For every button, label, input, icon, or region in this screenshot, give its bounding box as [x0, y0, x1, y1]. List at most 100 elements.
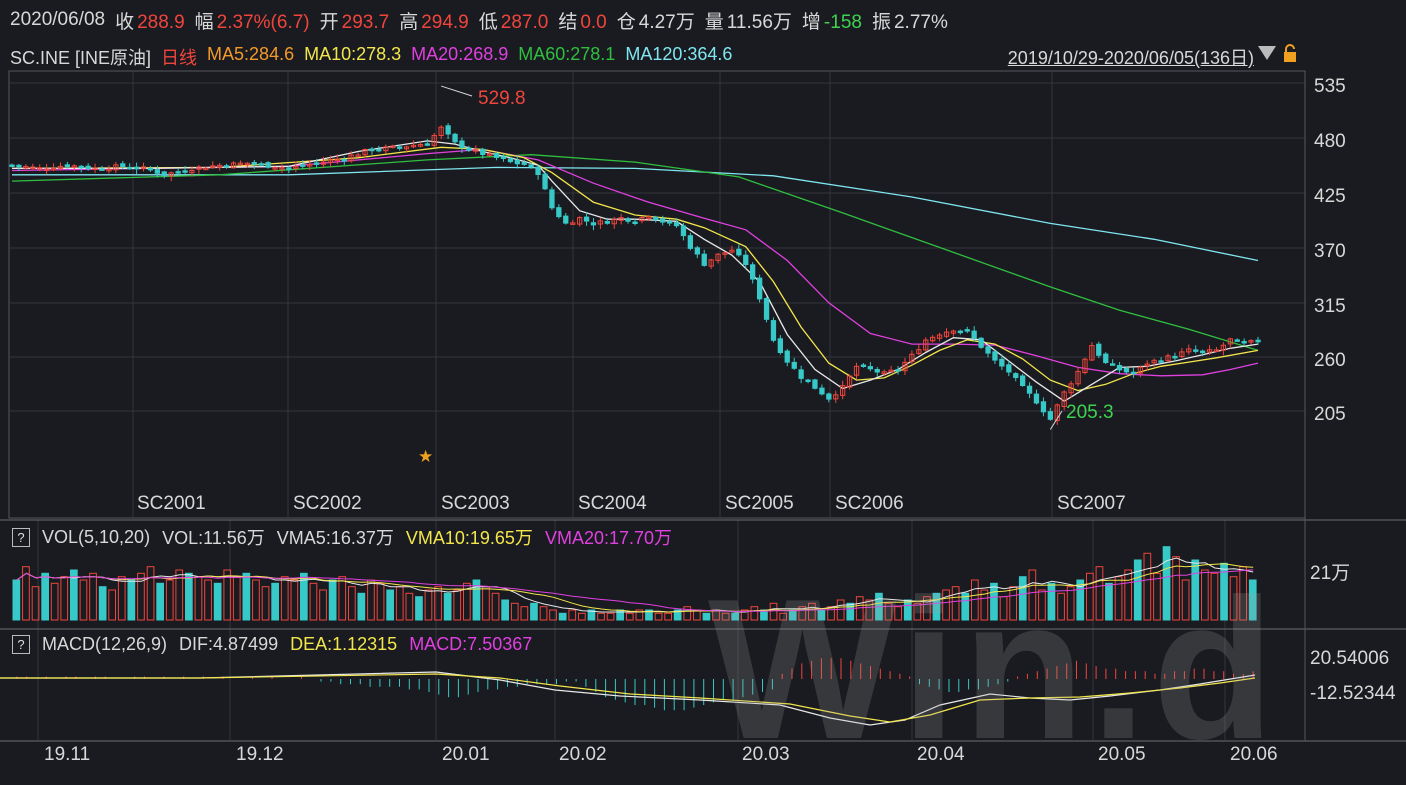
volume-bar [836, 599, 845, 621]
candle-body [867, 366, 874, 370]
candle-body [424, 143, 431, 146]
candle-body [583, 216, 590, 222]
contract-label: SC2005 [725, 493, 794, 514]
help-icon[interactable]: ? [12, 527, 30, 547]
macd-axis-tick: -12.52344 [1310, 683, 1396, 704]
price-tick: 370 [1314, 241, 1346, 262]
candle-body [1040, 401, 1047, 413]
volume-bar [117, 576, 126, 621]
volume-bar [990, 582, 998, 621]
volume-bar [779, 612, 787, 621]
volume-bar [280, 576, 289, 621]
date-tick: 20.05 [1098, 744, 1146, 765]
contract-label: SC2002 [293, 493, 362, 514]
volume-bar [12, 579, 21, 621]
candle-body [743, 254, 749, 265]
candle-body [971, 330, 977, 339]
candle-body [667, 221, 673, 224]
volume-bar [865, 599, 874, 621]
high-annotation: 529.8 [478, 88, 526, 109]
candle-body [542, 173, 548, 190]
candle-body [313, 162, 320, 165]
volume-bar [894, 606, 902, 621]
candle-body [805, 379, 811, 382]
macd-indicator-label[interactable]: MACD(12,26,9) [42, 634, 167, 655]
candle-body [99, 168, 105, 171]
ma20-line [11, 148, 1259, 377]
candle-body [653, 216, 659, 221]
candle-body [1158, 360, 1164, 363]
price-tick: 260 [1314, 350, 1346, 371]
price-tick: 315 [1314, 296, 1346, 317]
volume-bar [1028, 569, 1037, 621]
volume-bar [482, 586, 490, 621]
volume-bar [1047, 582, 1056, 621]
date-tick: 19.12 [236, 744, 284, 765]
candle-body [258, 163, 264, 166]
price-tick: 425 [1314, 186, 1346, 207]
volume-bar [903, 599, 912, 621]
candle-body [660, 218, 666, 223]
volume-bar [41, 572, 49, 621]
volume-bar [788, 609, 797, 621]
volume-bar [530, 602, 538, 621]
candle-body [1123, 368, 1130, 373]
volume-indicator-label[interactable]: VOL(5,10,20) [42, 527, 150, 548]
help-icon[interactable]: ? [12, 635, 30, 654]
volume-bar [1086, 572, 1094, 621]
candle-body [182, 170, 188, 173]
volume-bar [1162, 546, 1171, 621]
price-tick: 205 [1314, 404, 1346, 425]
ma10-line [11, 146, 1259, 392]
candle-body [9, 164, 15, 167]
volume-bar [1229, 576, 1238, 621]
volume-bar [520, 606, 529, 621]
candle-body [535, 166, 541, 175]
candle-body [1033, 393, 1040, 404]
date-tick: 20.02 [559, 744, 607, 765]
volume-bar [338, 576, 347, 621]
volume-bar [846, 602, 855, 621]
candle-body [1047, 411, 1053, 420]
price-tick: 480 [1314, 131, 1346, 152]
candle-body [1013, 373, 1019, 379]
ma120-line [12, 166, 1259, 262]
volume-bar [50, 582, 59, 621]
candle-body [521, 162, 527, 165]
price-tick: 535 [1314, 76, 1346, 97]
macd-legend: ? MACD(12,26,9) DIF:4.87499 DEA:1.12315 … [12, 634, 532, 655]
candle-body [673, 222, 680, 227]
volume-bar [932, 592, 941, 621]
candle-body [763, 298, 770, 320]
contract-label: SC2003 [441, 493, 510, 514]
candle-body [300, 164, 306, 167]
date-tick: 19.11 [44, 744, 90, 765]
ma60-line [11, 154, 1259, 352]
volume-bar [271, 582, 279, 621]
volume-bar [1133, 559, 1142, 621]
volume-bar [348, 586, 356, 621]
volume-bar [319, 589, 327, 621]
volume-bar [501, 599, 509, 621]
candle-body [826, 393, 832, 400]
candle-body [85, 165, 91, 170]
candle-body [791, 361, 797, 369]
volume-bar [309, 582, 318, 621]
candle-body [819, 387, 825, 395]
volume-bar [769, 602, 778, 621]
candlestick-chart[interactable]: 535 480 425 370 315 260 205 529.8 205.3 … [0, 0, 1406, 779]
macd-value: MACD:7.50367 [409, 634, 533, 654]
candle-body [1110, 363, 1116, 366]
volume-bar [367, 579, 375, 621]
candle-body [1116, 365, 1123, 371]
contract-label: SC2007 [1057, 493, 1126, 514]
volume-bar [1057, 592, 1065, 621]
contract-label: SC2001 [137, 493, 206, 514]
candle-body [777, 338, 784, 353]
candle-body [874, 369, 880, 373]
candle-body [528, 164, 534, 168]
candle-body [64, 164, 70, 168]
volume-bar [606, 612, 615, 621]
candle-body [1255, 339, 1261, 343]
volume-bar [232, 576, 241, 621]
